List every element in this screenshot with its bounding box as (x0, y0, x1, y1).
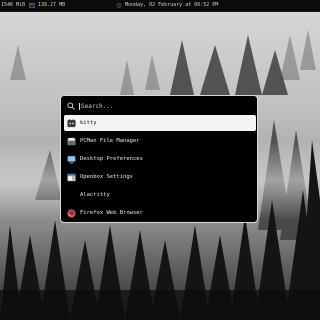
app-item-label: PCMan File Manager (80, 138, 140, 144)
desktop-preferences-icon (67, 155, 76, 163)
disk-usage-text: 138.27 MB (38, 2, 66, 8)
disk-icon (29, 3, 35, 8)
alacritty-icon (67, 191, 76, 200)
clock-text: Monday, 02 February at 06:52 PM (125, 2, 219, 8)
app-item-kitty[interactable]: kitty (64, 115, 256, 131)
firefox-icon (67, 208, 76, 218)
app-item-label: kitty (80, 120, 97, 126)
app-item-firefox[interactable]: Firefox Web Browser (64, 205, 256, 221)
clock[interactable]: Monday, 02 February at 06:52 PM (116, 0, 218, 11)
ram-usage: 1546 MiB (1, 0, 25, 11)
clock-icon (116, 3, 122, 8)
ram-usage-text: 1546 MiB (1, 2, 26, 8)
app-item-label: Firefox Web Browser (80, 210, 143, 216)
app-item-label: Desktop Preferences (80, 156, 143, 162)
search-icon (67, 102, 75, 110)
kitty-icon (67, 118, 76, 127)
disk-usage: 138.27 MB (29, 0, 65, 11)
app-item-label: Openbox Settings (80, 174, 133, 180)
app-item-label: Alacritty (80, 192, 110, 198)
top-bar: 1546 MiB 138.27 MB Monday, 02 February a… (0, 0, 320, 12)
app-item-desktop-preferences[interactable]: Desktop Preferences (64, 151, 256, 167)
app-item-pcman-file-manager[interactable]: PCMan File Manager (64, 133, 256, 149)
app-list: kitty PCMan File Manager Desktop Prefere… (64, 115, 256, 223)
search-bar[interactable] (65, 99, 255, 113)
app-item-openbox-settings[interactable]: Openbox Settings (64, 169, 256, 185)
app-launcher: kitty PCMan File Manager Desktop Prefere… (60, 95, 258, 223)
text-caret (79, 102, 80, 110)
file-manager-icon (67, 137, 76, 145)
app-item-alacritty[interactable]: Alacritty (64, 187, 256, 203)
openbox-settings-icon (67, 173, 76, 181)
search-input[interactable] (81, 102, 241, 110)
desktop: 1546 MiB 138.27 MB Monday, 02 February a… (0, 0, 320, 320)
